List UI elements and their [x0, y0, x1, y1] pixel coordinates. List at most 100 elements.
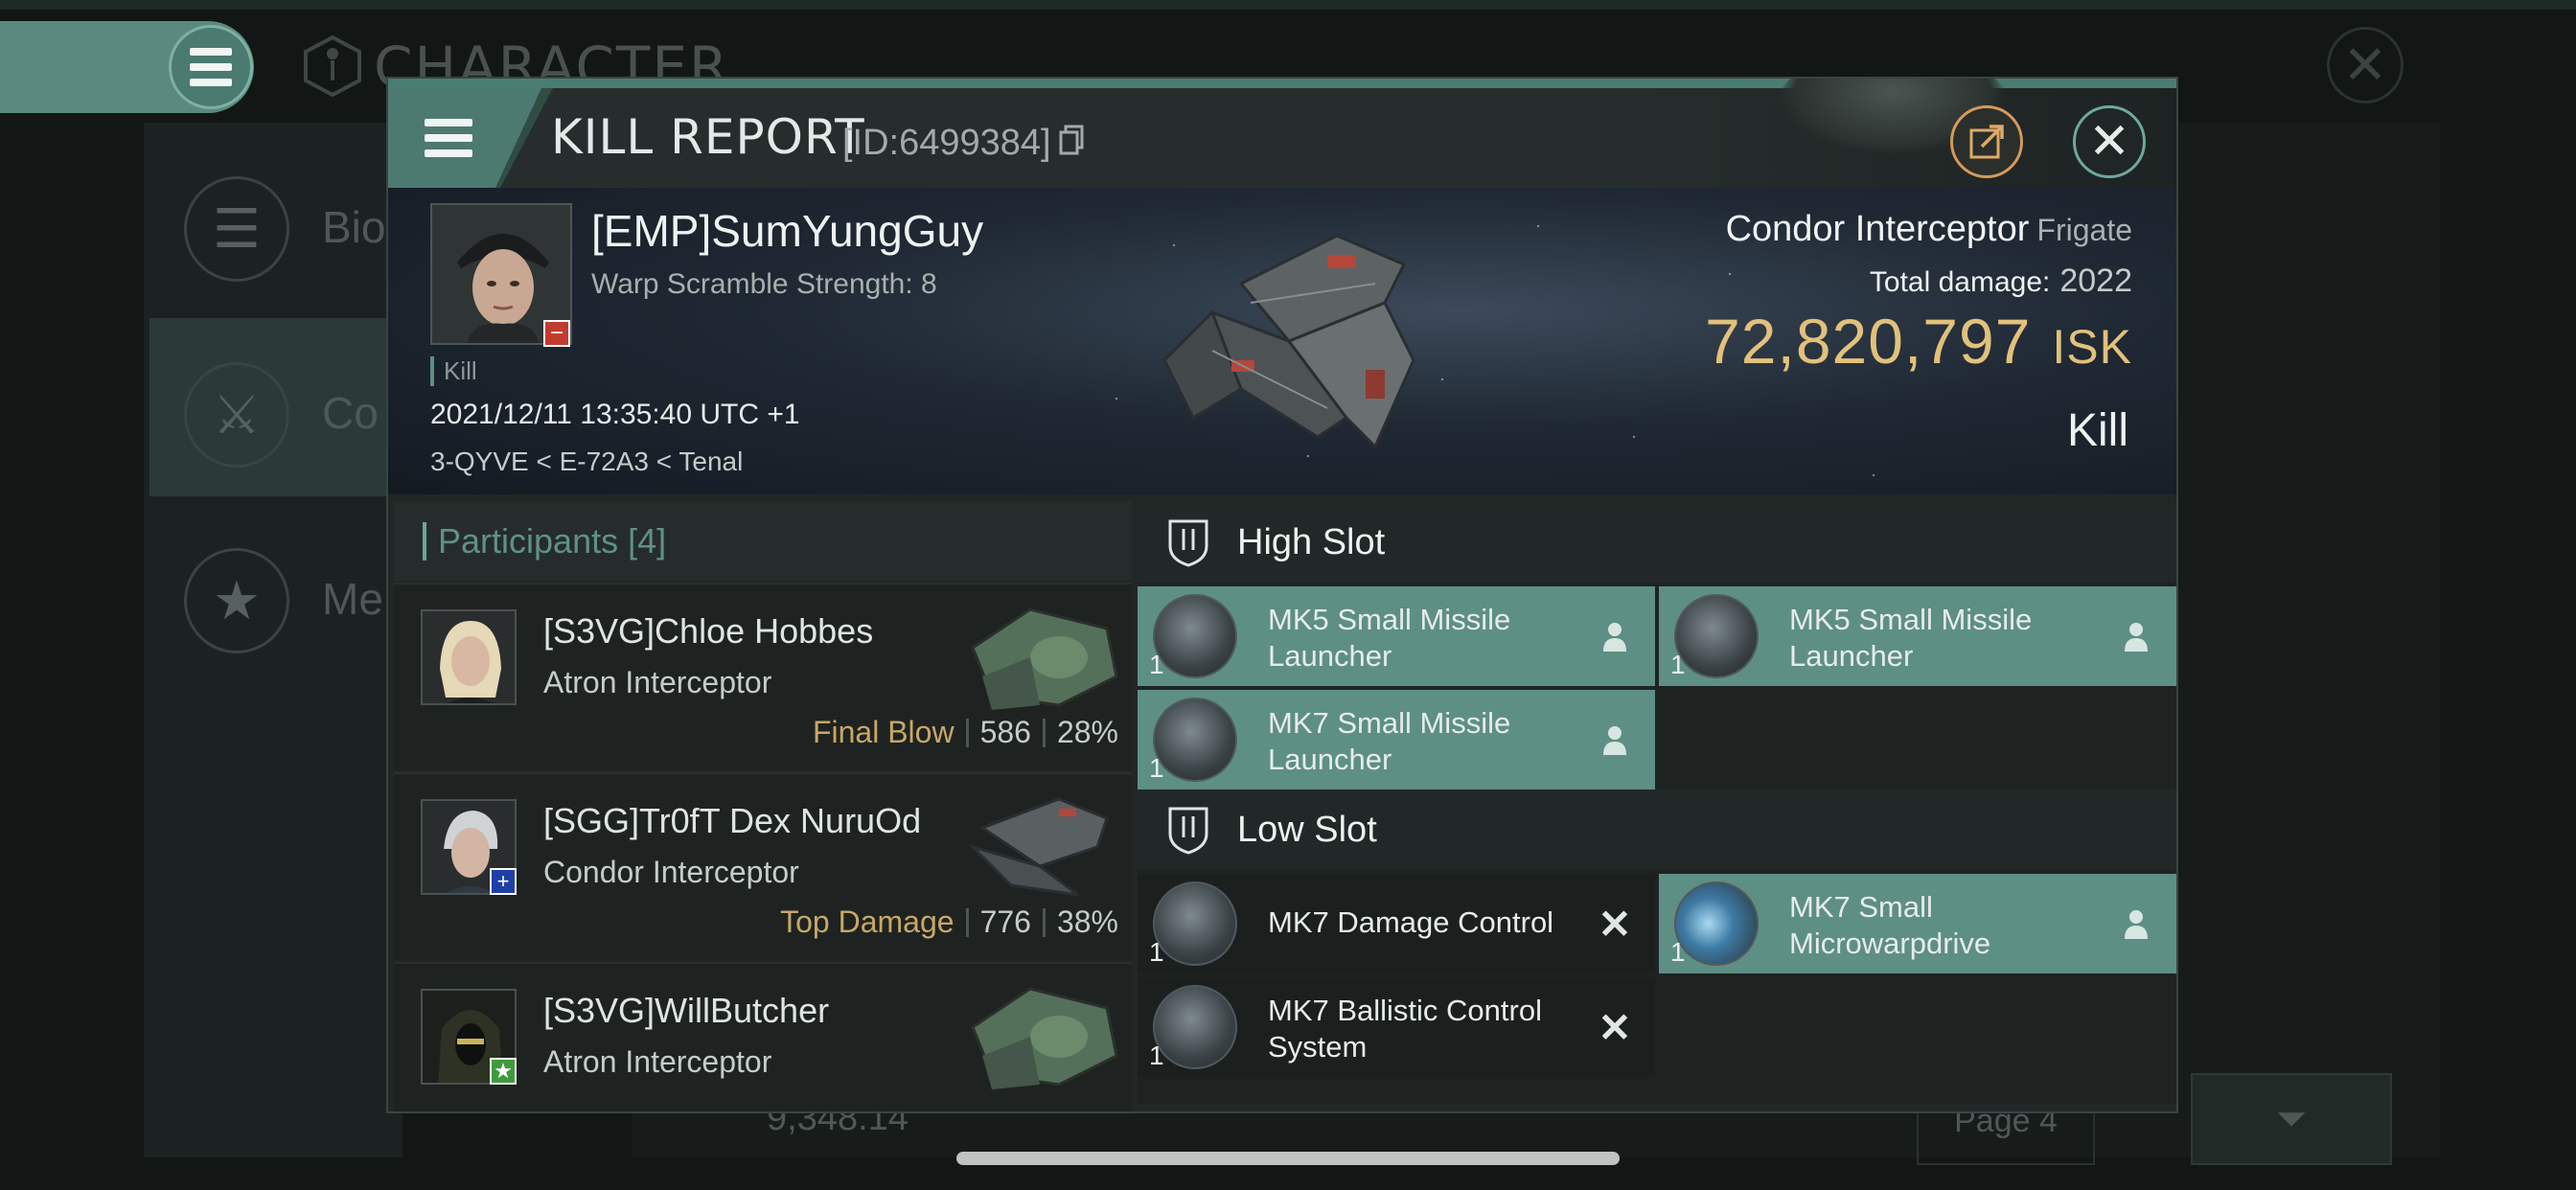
modal-header: KILL REPORT [ID:6499384] ✕: [388, 79, 2176, 188]
ship-type-label: Condor Interceptor: [1725, 209, 2030, 249]
victim-name[interactable]: [EMP]SumYungGuy: [591, 205, 983, 257]
participant-ship-image: [971, 987, 1118, 1089]
close-icon: ✕: [2088, 114, 2130, 170]
participant-portrait: [421, 609, 517, 705]
sidebar-item-label: Co: [322, 388, 379, 438]
modal-close-button[interactable]: ✕: [2073, 105, 2146, 178]
kill-banner: − [EMP]SumYungGuy Warp Scramble Strength…: [388, 188, 2176, 494]
dropped-person-icon: [2117, 617, 2155, 655]
module-quantity: 1: [1670, 650, 1686, 679]
module-name: MK7 Damage Control: [1268, 905, 1554, 939]
modal-menu-button[interactable]: [388, 88, 541, 188]
low-slot-icon: [1168, 807, 1208, 855]
module-name: MK7 Ballistic Control System: [1268, 994, 1542, 1064]
sidebar-item-bio[interactable]: ☰ Bio: [150, 132, 399, 310]
dropped-person-icon: [1596, 721, 1634, 759]
stat-divider: [965, 718, 969, 747]
share-button[interactable]: [1950, 105, 2023, 178]
hamburger-icon: [190, 48, 232, 86]
module-slot[interactable]: 1 MK7 Small Microwarpdrive: [1659, 874, 2176, 973]
participant-ship: Atron Interceptor: [543, 665, 772, 699]
kill-type-tag: Kill: [430, 356, 477, 386]
microwarpdrive-icon: [1674, 881, 1759, 966]
total-damage-label: Total damage:: [1869, 266, 2051, 298]
high-slot-label: High Slot: [1237, 521, 1386, 562]
participant-ship: Condor Interceptor: [543, 855, 799, 889]
stat-divider: [965, 907, 969, 937]
home-indicator[interactable]: [956, 1152, 1620, 1165]
blue-standing-badge: +: [490, 868, 517, 895]
stat-divider: [1042, 907, 1046, 937]
kill-report-modal: KILL REPORT [ID:6499384] ✕ − [EMP]SumYun…: [386, 77, 2178, 1113]
module-slot[interactable]: 1 MK5 Small Missile Launcher: [1138, 586, 1655, 686]
module-slot[interactable]: 1 MK7 Ballistic Control System ✕: [1138, 977, 1655, 1077]
sidebar-item-label: Bio: [322, 202, 386, 252]
participants-count: [4]: [628, 521, 667, 561]
screen-close-button[interactable]: ✕: [2327, 27, 2404, 103]
module-name: MK5 Small Missile Launcher: [1268, 603, 1511, 673]
list-icon: ☰: [184, 176, 289, 282]
module-quantity: 1: [1149, 1041, 1164, 1070]
participants-panel: Participants [4] [S3VG]Chloe Hobbes Atro…: [394, 502, 1136, 1111]
participant-percent: 38%: [1056, 904, 1118, 939]
share-icon: [1969, 125, 2004, 159]
close-icon: ✕: [2342, 34, 2388, 95]
module-quantity: 1: [1149, 650, 1164, 679]
top-status-strip: [0, 0, 2576, 10]
warp-scramble-strength: Warp Scramble Strength: 8: [591, 268, 937, 300]
total-damage: Total damage: 2022: [1870, 263, 2132, 300]
ship-class-label: Frigate: [2036, 213, 2132, 247]
victim-ship-image: [1162, 234, 1415, 449]
low-slot-header: Low Slot: [1138, 790, 2176, 870]
character-icon: [304, 34, 361, 98]
kill-location[interactable]: 3-QYVE < E-72A3 < Tenal: [430, 446, 743, 477]
missile-launcher-icon: [1674, 594, 1759, 678]
final-blow-tag: Final Blow: [812, 715, 954, 749]
participant-ship-image: [967, 797, 1109, 897]
filter-icon: ⏷: [2276, 1097, 2307, 1140]
module-quantity: 1: [1670, 937, 1686, 967]
participant-row[interactable]: ★ [S3VG]WillButcher Atron Interceptor: [394, 962, 1132, 1111]
dropped-person-icon: [1596, 617, 1634, 655]
missile-launcher-icon: [1153, 594, 1237, 678]
green-standing-badge: ★: [490, 1058, 517, 1085]
sidebar-item-medals[interactable]: ★ Me: [150, 504, 399, 682]
participants-label: Participants: [438, 521, 619, 561]
module-quantity: 1: [1149, 937, 1164, 967]
participant-name: [SGG]Tr0fT Dex NuruOd: [543, 801, 922, 840]
module-name: MK7 Small Microwarpdrive: [1789, 890, 1991, 960]
main-menu-button[interactable]: [169, 25, 253, 109]
module-slot[interactable]: 1 MK5 Small Missile Launcher: [1659, 586, 2176, 686]
participant-name: [S3VG]Chloe Hobbes: [543, 611, 874, 651]
mid-slot-header-partial: [1138, 1104, 2176, 1111]
low-slot-label: Low Slot: [1237, 809, 1377, 850]
module-name: MK5 Small Missile Launcher: [1789, 603, 2033, 673]
participant-damage: 586: [979, 715, 1031, 749]
module-name: MK7 Small Missile Launcher: [1268, 706, 1511, 776]
isk-loss-value: 72,820,797 ISK: [1705, 305, 2132, 378]
copy-icon[interactable]: [1059, 125, 1084, 155]
participant-row[interactable]: + [SGG]Tr0fT Dex NuruOd Condor Intercept…: [394, 772, 1132, 960]
participant-row[interactable]: [S3VG]Chloe Hobbes Atron Interceptor Fin…: [394, 583, 1132, 770]
kill-id: [ID:6499384]: [842, 123, 1051, 163]
stat-divider: [1042, 718, 1046, 747]
participant-percent: 28%: [1056, 715, 1118, 749]
module-slot[interactable]: 1 MK7 Damage Control ✕: [1138, 874, 1655, 973]
filter-button[interactable]: ⏷: [2191, 1073, 2392, 1165]
ballistic-control-icon: [1153, 985, 1237, 1069]
missile-launcher-icon: [1153, 698, 1237, 782]
sidebar-item-combat[interactable]: ⚔ Co: [150, 318, 399, 496]
high-slot-header: High Slot: [1138, 502, 2176, 583]
kill-datetime: 2021/12/11 13:35:40 UTC +1: [430, 399, 800, 430]
participants-header: Participants [4]: [394, 502, 1132, 581]
participant-ship: Atron Interceptor: [543, 1044, 772, 1079]
module-slot[interactable]: 1 MK7 Small Missile Launcher: [1138, 690, 1655, 790]
isk-amount: 72,820,797: [1705, 306, 2032, 377]
total-damage-value: 2022: [2059, 263, 2132, 299]
hamburger-icon: [425, 119, 472, 157]
participant-name: [S3VG]WillButcher: [543, 991, 830, 1030]
participant-stats: Final Blow 586 28%: [813, 715, 1118, 750]
star-badge-icon: ★: [184, 548, 289, 653]
victim-ship-name[interactable]: Condor Interceptor Frigate: [1726, 209, 2132, 250]
dropped-person-icon: [2117, 904, 2155, 943]
